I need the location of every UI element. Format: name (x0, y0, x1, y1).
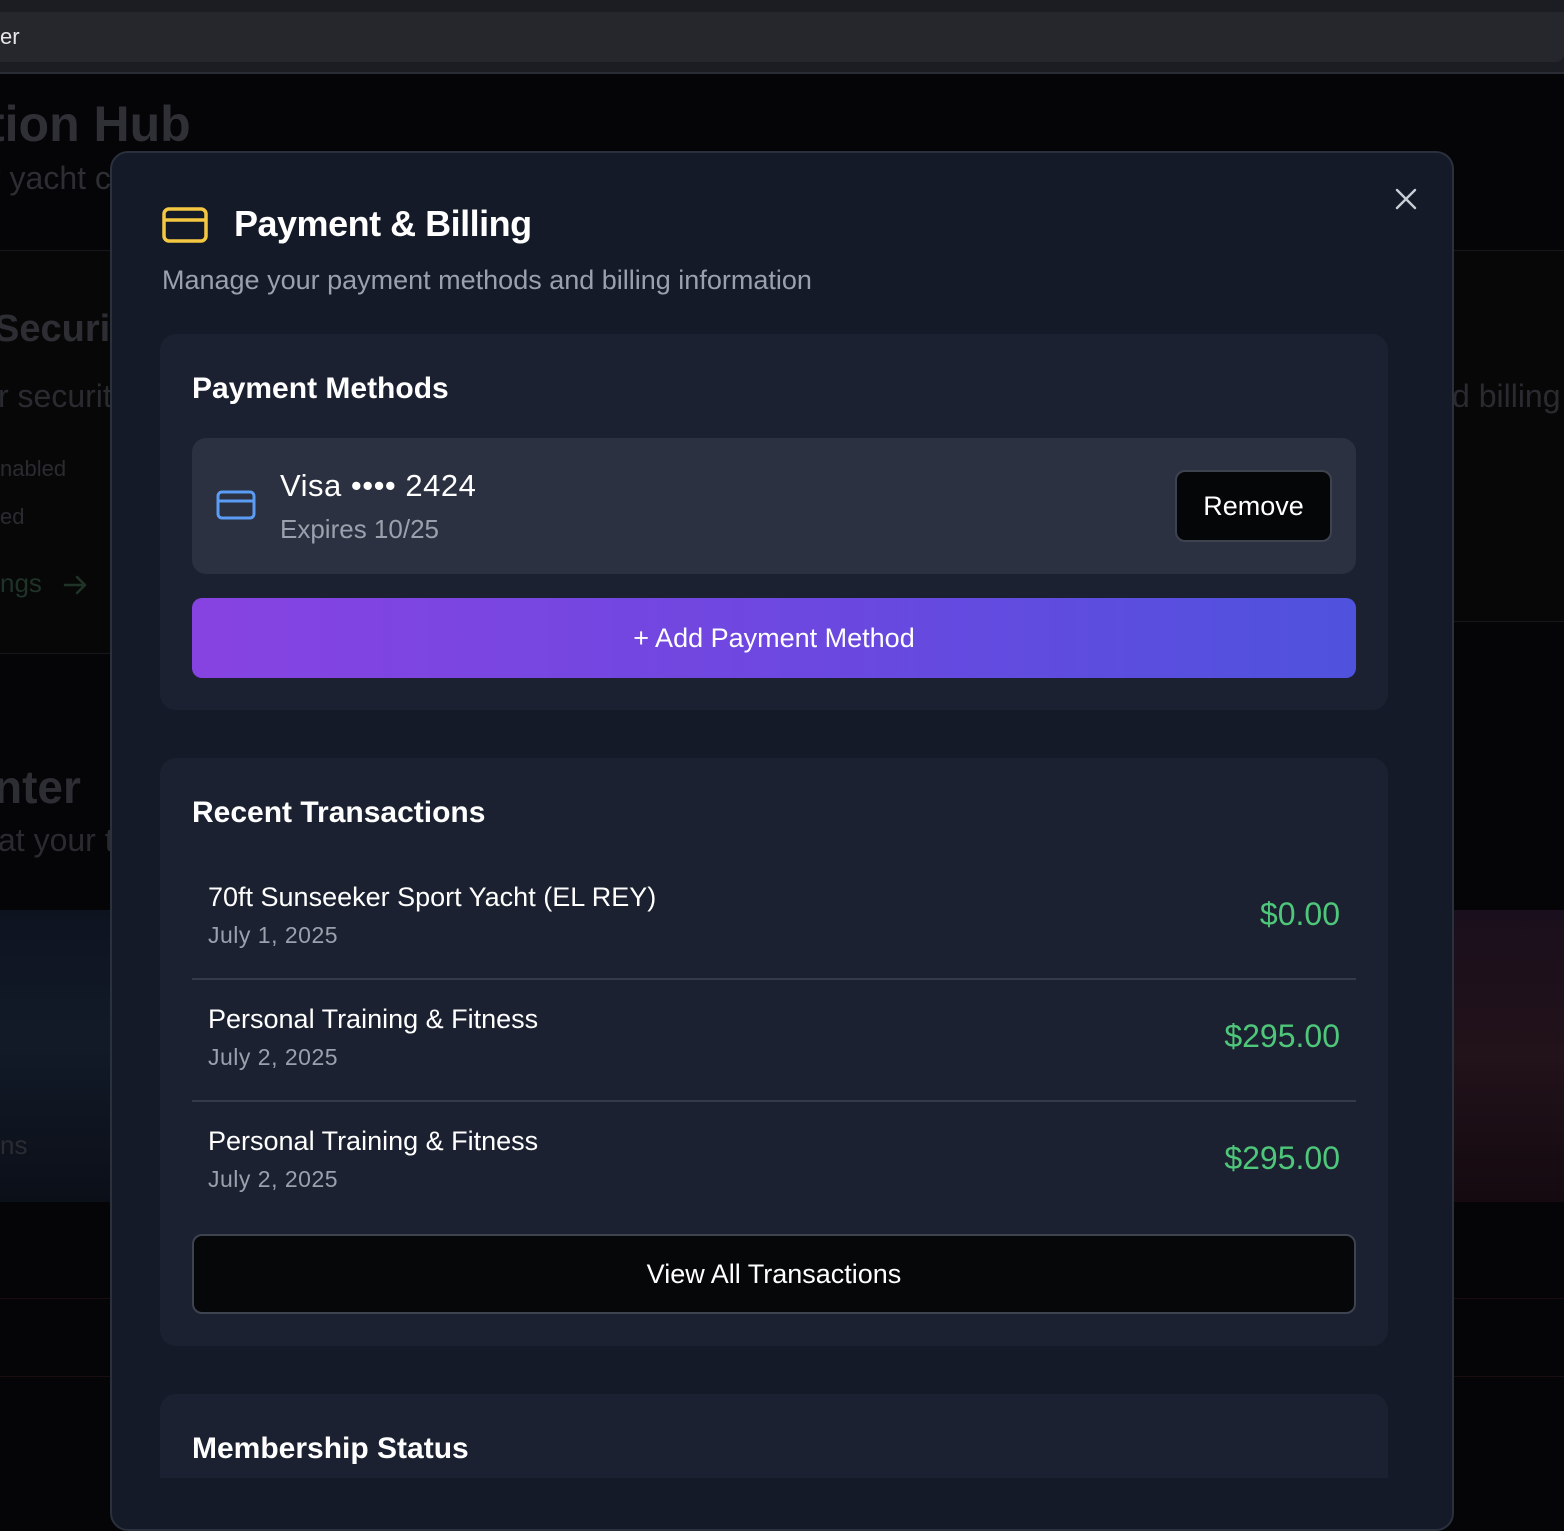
remove-card-button[interactable]: Remove (1175, 470, 1332, 542)
card-name: Visa •••• 2424 (280, 468, 477, 503)
background-ed-text: ed (0, 504, 25, 529)
browser-top-bar: er (0, 0, 1564, 74)
background-billing-card (1452, 250, 1564, 622)
transaction-list: 70ft Sunseeker Sport Yacht (EL REY) July… (192, 858, 1356, 1224)
transaction-date: July 2, 2025 (208, 1166, 339, 1192)
background-event-image (1452, 910, 1564, 1202)
section-title: Recent Transactions (192, 796, 486, 829)
payment-methods-section: Payment Methods Visa •••• 2424 Expires 1… (160, 334, 1388, 710)
background-settings-link: ngs (0, 568, 89, 599)
transaction-name: 70ft Sunseeker Sport Yacht (EL REY) (208, 882, 657, 912)
background-security-title: Securit (0, 308, 123, 350)
modal-subtitle: Manage your payment methods and billing … (162, 265, 812, 295)
close-icon (1395, 188, 1417, 215)
background-center-title: nter (0, 761, 81, 813)
section-title: Membership Status (192, 1432, 469, 1465)
transaction-amount: $295.00 (1224, 1018, 1340, 1054)
add-payment-method-button[interactable]: + Add Payment Method (192, 598, 1356, 678)
background-security-subtitle: r securit (0, 378, 112, 414)
background-center-subtitle: at your t (0, 822, 114, 858)
browser-tab-title[interactable]: er (0, 24, 20, 50)
credit-card-icon (216, 490, 256, 520)
payment-card-item: Visa •••• 2424 Expires 10/25 Remove (192, 438, 1356, 574)
background-ns-text: ns (0, 1130, 28, 1160)
background-hero-subtitle: r yacht c (0, 160, 111, 196)
view-all-transactions-button[interactable]: View All Transactions (192, 1234, 1356, 1314)
transaction-row[interactable]: 70ft Sunseeker Sport Yacht (EL REY) July… (192, 858, 1356, 980)
background-hero-title: tion Hub (0, 96, 191, 152)
background-settings-link-label: ngs (0, 568, 42, 598)
transaction-row[interactable]: Personal Training & Fitness July 2, 2025… (192, 980, 1356, 1102)
background-billing-text: d billing (1452, 378, 1561, 414)
credit-card-icon (162, 207, 208, 243)
modal-title: Payment & Billing (234, 203, 532, 244)
transaction-name: Personal Training & Fitness (208, 1004, 539, 1034)
transaction-name: Personal Training & Fitness (208, 1126, 539, 1156)
section-title: Payment Methods (192, 372, 449, 405)
transaction-amount: $0.00 (1259, 896, 1340, 932)
browser-tab-strip: er (0, 12, 1564, 62)
arrow-right-icon (49, 568, 89, 598)
close-button[interactable] (1390, 185, 1422, 217)
transaction-row[interactable]: Personal Training & Fitness July 2, 2025… (192, 1102, 1356, 1224)
transaction-date: July 1, 2025 (208, 922, 339, 948)
payment-billing-modal: Payment & Billing Manage your payment me… (110, 151, 1454, 1531)
card-expiry: Expires 10/25 (280, 514, 439, 544)
transaction-date: July 2, 2025 (208, 1044, 339, 1070)
recent-transactions-section: Recent Transactions 70ft Sunseeker Sport… (160, 758, 1388, 1346)
membership-status-section: Membership Status (160, 1394, 1388, 1478)
background-enabled-text: nabled (0, 456, 67, 481)
transaction-amount: $295.00 (1224, 1140, 1340, 1176)
